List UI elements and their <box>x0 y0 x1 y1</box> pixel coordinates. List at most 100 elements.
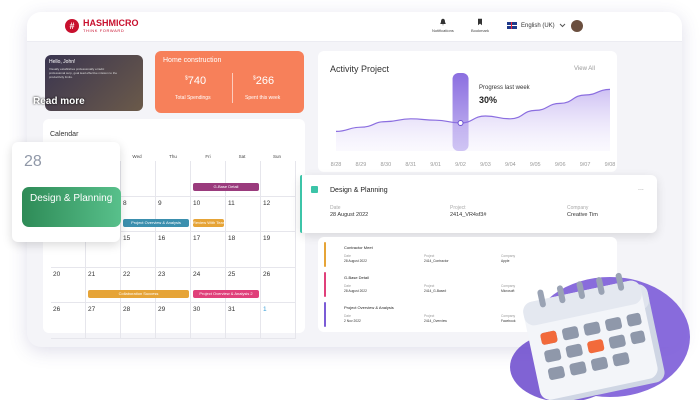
calendar-day-cell[interactable] <box>261 161 296 197</box>
task-company-label: Company <box>501 254 516 258</box>
calendar-day-cell[interactable]: 20 <box>51 267 86 303</box>
company-value: Creative Tim <box>567 212 598 218</box>
calendar-day-cell[interactable]: 12 <box>261 196 296 232</box>
calendar-day-cell[interactable]: 10 <box>191 196 226 232</box>
divider <box>232 73 233 103</box>
task-color-bar <box>324 242 326 267</box>
calendar-day-number: 12 <box>263 199 271 207</box>
task-date: 2 Nov 2022 <box>344 319 361 323</box>
calendar-day-number: 9 <box>158 199 162 207</box>
event-detail-card[interactable]: Design & Planning ... Date 28 August 202… <box>300 175 657 233</box>
calendar-event[interactable]: G-Base Detail <box>193 183 259 191</box>
bookmark-button[interactable]: Bookmark <box>471 18 489 33</box>
task-date-label: Date <box>344 254 351 258</box>
task-project-label: Project <box>424 284 435 288</box>
x-tick-label: 8/29 <box>356 162 367 168</box>
calendar-day-cell[interactable]: 22 <box>121 267 156 303</box>
x-tick-label: 9/03 <box>480 162 491 168</box>
calendar-day-cell[interactable]: 27 <box>86 303 121 339</box>
task-project: 2414_Contractor <box>424 259 449 263</box>
avatar[interactable] <box>571 20 583 32</box>
read-more-link[interactable]: Read more <box>33 96 85 107</box>
date-label: Date <box>330 205 341 211</box>
calendar-day-cell[interactable]: 29 <box>156 303 191 339</box>
chevron-down-icon <box>559 23 566 28</box>
calendar-day-number: 20 <box>53 270 61 278</box>
day-header: Fri <box>205 154 211 159</box>
calendar-day-number: 1 <box>263 306 267 313</box>
calendar-day-cell[interactable]: 11 <box>226 196 261 232</box>
calendar-day-cell[interactable]: 24 <box>191 267 226 303</box>
checkbox[interactable] <box>311 186 318 193</box>
language-selector[interactable]: English (UK) <box>507 22 566 29</box>
notifications-button[interactable]: Notifications <box>432 18 454 33</box>
calendar-day-cell[interactable]: 21 <box>86 267 121 303</box>
calendar-day-number: 21 <box>88 270 96 278</box>
calendar-day-cell[interactable] <box>226 161 261 197</box>
day-header: Sun <box>272 154 281 159</box>
calendar-day-cell[interactable]: 16 <box>156 232 191 268</box>
day-header: Wed <box>132 154 142 159</box>
chart-area <box>336 89 610 151</box>
calendar-day-cell[interactable]: 28 <box>121 303 156 339</box>
calendar-day-cell[interactable]: 26 <box>51 303 86 339</box>
calendar-day-cell[interactable]: 9 <box>156 196 191 232</box>
calendar-day-cell[interactable]: 23 <box>156 267 191 303</box>
notifications-label: Notifications <box>432 28 454 33</box>
calendar-day-number: 26 <box>263 270 271 278</box>
date-popup-card[interactable]: 28 Design & Planning <box>12 142 121 242</box>
view-all-link[interactable]: View All <box>574 66 595 72</box>
x-tick-label: 9/02 <box>455 162 466 168</box>
calendar-day-number: 24 <box>193 270 201 278</box>
calendar-day-number: 8 <box>123 199 127 207</box>
calendar-illustration-icon <box>510 272 690 400</box>
calendar-day-cell[interactable]: 17 <box>191 232 226 268</box>
calendar-day-cell[interactable]: 25 <box>226 267 261 303</box>
spent-week-label: Spent this week <box>245 95 281 101</box>
task-date: 28 August 2022 <box>344 289 367 293</box>
activity-project-card: 8/28 8/29 8/30 8/31 9/01 9/02 9/03 9/04 9/05 9/06… <box>318 51 617 172</box>
calendar-day-cell[interactable]: 19 <box>261 232 296 268</box>
calendar-day-number: 18 <box>228 235 236 242</box>
calendar-day-cell[interactable]: 15 <box>121 232 156 268</box>
calendar-day-cell[interactable]: 8 <box>121 196 156 232</box>
logo-tagline: THINK FORWARD <box>83 28 125 33</box>
calendar-event[interactable]: Project Overview & Analysis 2 <box>193 289 259 298</box>
x-tick-label: 9/05 <box>530 162 541 168</box>
task-title: Contractor Meet <box>344 245 373 250</box>
x-tick-label: 9/07 <box>580 162 591 168</box>
calendar-day-number: 17 <box>193 235 201 242</box>
uk-flag-icon <box>507 22 517 29</box>
x-tick-label: 9/04 <box>505 162 516 168</box>
calendar-day-number: 16 <box>158 235 166 242</box>
calendar-event[interactable]: Project Overview & Analysis <box>123 218 189 227</box>
date-popup-event[interactable]: Design & Planning <box>22 187 121 227</box>
calendar-day-cell[interactable] <box>156 161 191 197</box>
calendar-day-cell[interactable]: 26 <box>261 267 296 303</box>
calendar-event[interactable]: Collaboration Success <box>88 289 189 298</box>
bookmark-icon <box>478 18 482 26</box>
task-date: 28 August 2022 <box>344 259 367 263</box>
calendar-day-cell[interactable]: 1 <box>261 303 296 339</box>
calendar-day-cell[interactable]: 18 <box>226 232 261 268</box>
calendar-day-number: 25 <box>228 270 236 278</box>
more-options-icon[interactable]: ... <box>638 185 644 192</box>
task-date-label: Date <box>344 284 351 288</box>
logo[interactable]: # HASHMICRO THINK FORWARD <box>65 19 139 33</box>
highlight-point[interactable] <box>457 120 464 126</box>
calendar-day-cell[interactable]: 31 <box>226 303 261 339</box>
date-popup-day: 28 <box>24 153 42 170</box>
total-spendings-value: $740 <box>185 75 207 87</box>
logo-name: HASHMICRO <box>83 18 139 28</box>
x-tick-label: 9/01 <box>430 162 441 168</box>
calendar-day-number: 27 <box>88 306 96 313</box>
calendar-day-number: 28 <box>123 306 131 313</box>
calendar-day-cell[interactable] <box>121 161 156 197</box>
total-spendings-label: Total Spendings <box>175 95 211 101</box>
calendar-event[interactable]: Review With Team Newly <box>193 218 224 227</box>
calendar-day-number: 29 <box>158 306 166 313</box>
task-project-label: Project <box>424 314 435 318</box>
event-title: Design & Planning <box>330 187 388 194</box>
calendar-day-cell[interactable]: 30 <box>191 303 226 339</box>
calendar-day-cell[interactable] <box>191 161 226 197</box>
